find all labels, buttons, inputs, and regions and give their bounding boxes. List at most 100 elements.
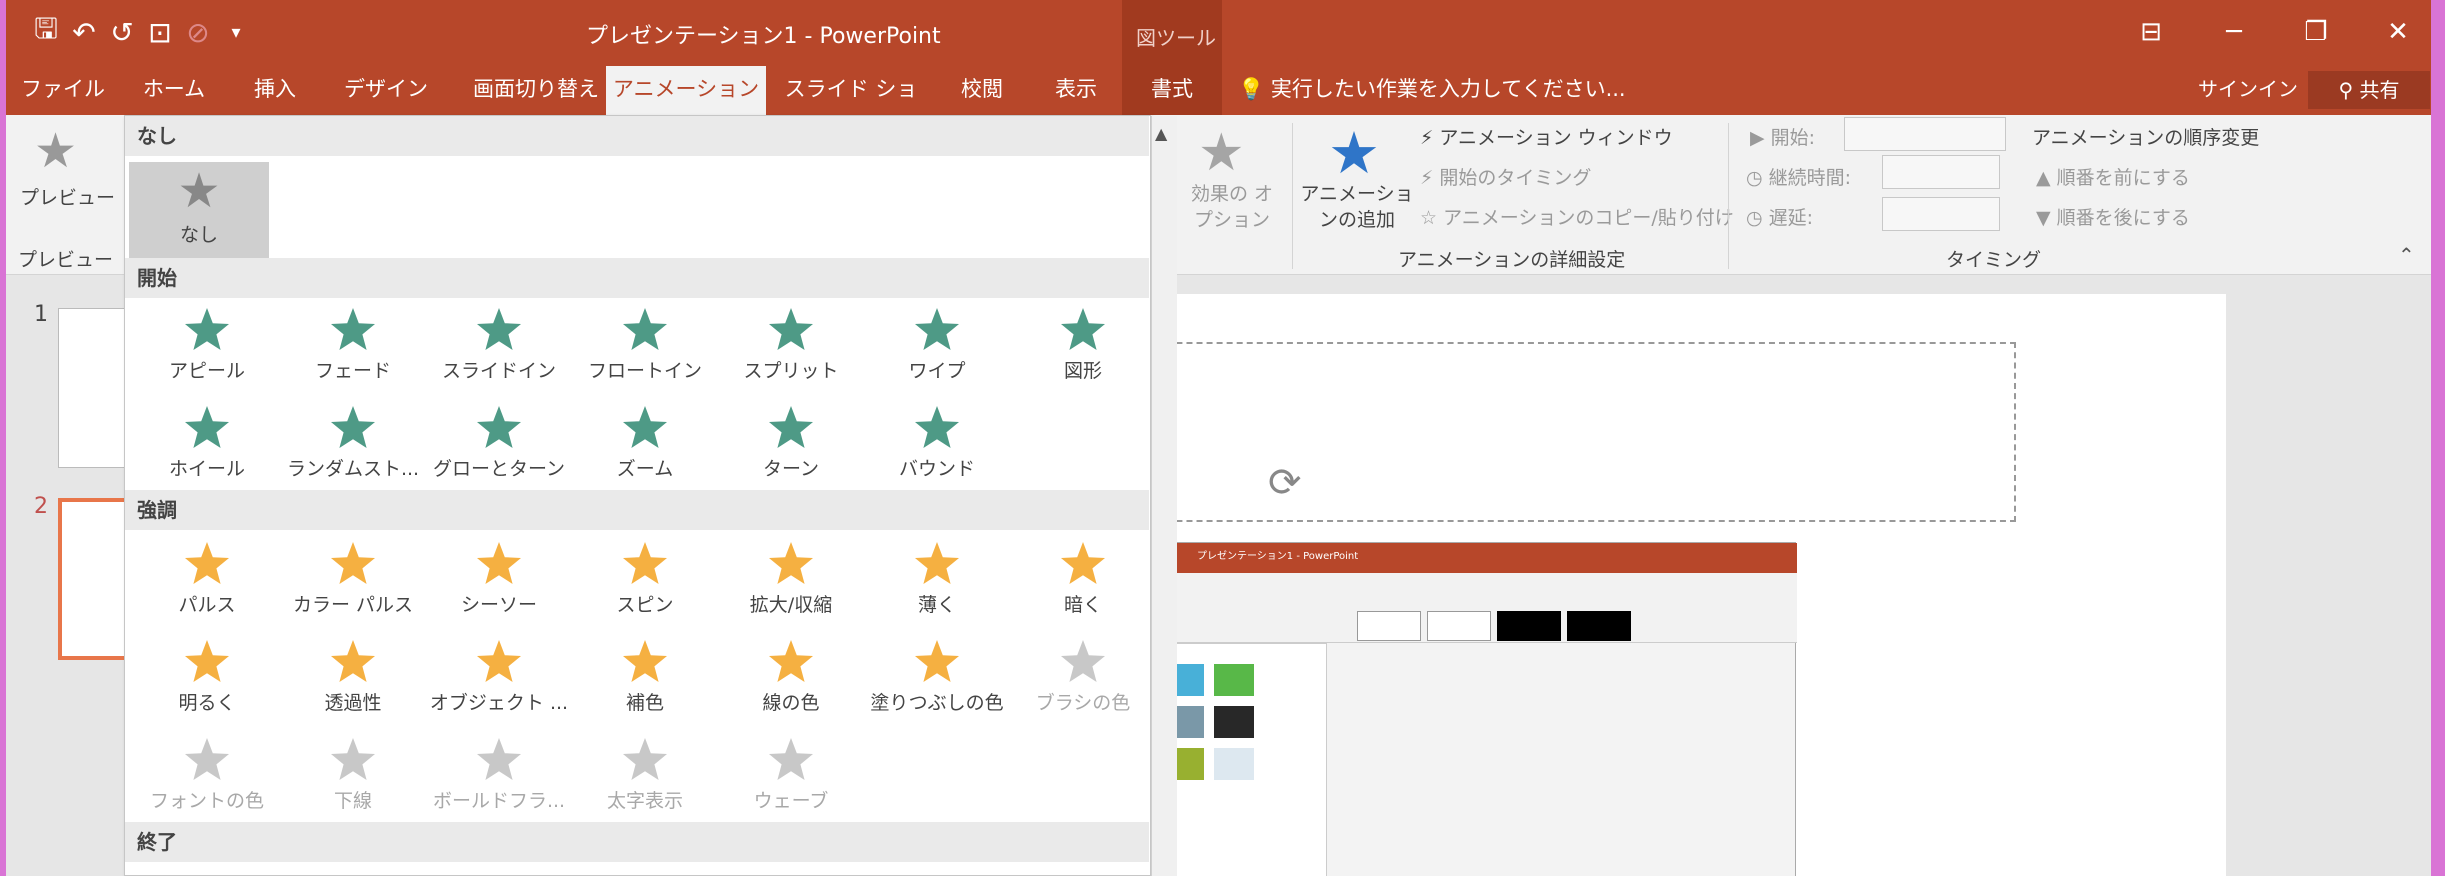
effect-label: ホイール <box>168 458 245 480</box>
rotate-handle-icon[interactable]: ⟳ <box>1268 460 1302 506</box>
star-icon <box>1061 542 1105 584</box>
animation-effect-emphasis[interactable]: 暗く <box>1013 534 1153 626</box>
tab-animations[interactable]: アニメーション <box>606 66 766 115</box>
share-button[interactable]: ⚲ 共有 <box>2308 71 2430 109</box>
animation-effect-emphasis[interactable]: 明るく <box>137 632 277 724</box>
restore-button[interactable]: ❐ <box>2296 12 2336 52</box>
save-icon[interactable]: 🖫 <box>26 12 66 52</box>
star-icon <box>185 308 229 350</box>
theme-swatch <box>1214 748 1254 780</box>
variant-swatch <box>1497 611 1561 641</box>
move-earlier-button[interactable]: ▲ 順番を前にする <box>2036 163 2190 190</box>
context-tool-label: 図ツール <box>1136 26 1216 50</box>
move-later-label: 順番を後にする <box>2056 207 2190 229</box>
minimize-button[interactable]: ─ <box>2214 12 2254 52</box>
tell-me-search[interactable]: 💡 実行したい作業を入力してください... <box>1238 66 1626 115</box>
tab-file[interactable]: ファイル <box>20 66 106 115</box>
duration-stepper[interactable] <box>1882 155 2000 189</box>
tab-design[interactable]: デザイン <box>336 66 436 115</box>
animation-effect-emphasis[interactable]: シーソー <box>429 534 569 626</box>
animation-effect-entrance[interactable]: アピール <box>137 300 277 392</box>
animation-effect-emphasis: ボールドフラ... <box>429 730 569 822</box>
effect-label: 太字表示 <box>606 790 683 812</box>
share-label: 共有 <box>2359 78 2400 102</box>
preview-button-label[interactable]: プレビュー <box>20 183 115 210</box>
effect-label: バウンド <box>898 458 975 480</box>
animation-effect-entrance[interactable]: ズーム <box>575 398 715 490</box>
animation-effect-emphasis[interactable]: オブジェクト ... <box>429 632 569 724</box>
start-timing-button[interactable]: ⚡ 開始のタイミング <box>1420 163 1591 190</box>
theme-swatch <box>1214 664 1254 696</box>
tab-view[interactable]: 表示 <box>1036 66 1116 115</box>
effect-label: パルス <box>178 594 236 616</box>
animation-effect-entrance[interactable]: グローとターン <box>429 398 569 490</box>
signin-link[interactable]: サインイン <box>2198 66 2298 115</box>
star-icon <box>623 406 667 448</box>
star-icon <box>623 640 667 682</box>
star-icon <box>477 738 521 780</box>
effect-label: ズーム <box>616 458 674 480</box>
effect-label: フロートイン <box>587 360 702 382</box>
effect-label: 透過性 <box>324 692 382 714</box>
animation-effect-emphasis[interactable]: 薄く <box>867 534 1007 626</box>
undo-icon[interactable]: ↶ <box>64 12 104 52</box>
animation-effect-emphasis[interactable]: 線の色 <box>721 632 861 724</box>
tab-home[interactable]: ホーム <box>134 66 214 115</box>
animation-painter-button[interactable]: ☆ アニメーションのコピー/貼り付け <box>1420 203 1734 230</box>
star-icon <box>185 738 229 780</box>
star-icon <box>1061 640 1105 682</box>
gallery-scrollbar[interactable]: ▲ <box>1151 116 1177 876</box>
animation-effect-entrance[interactable]: ワイプ <box>867 300 1007 392</box>
animation-effect-entrance[interactable]: スプリット <box>721 300 861 392</box>
animation-effect-entrance[interactable]: ターン <box>721 398 861 490</box>
slide-canvas[interactable]: 力 ⟳ プレゼンテーション1 - PowerPoint <box>1056 294 2226 876</box>
tab-format[interactable]: 書式 <box>1122 66 1222 115</box>
ribbon-display-icon[interactable]: ⊟ <box>2131 12 2171 52</box>
animation-effect-emphasis[interactable]: 補色 <box>575 632 715 724</box>
slide-thumbnail-1[interactable] <box>58 308 128 468</box>
preview-star-icon[interactable]: ★ <box>34 123 77 179</box>
effect-label: スライドイン <box>441 360 556 382</box>
collapse-ribbon-icon[interactable]: ⌃ <box>2398 243 2415 267</box>
star-icon <box>331 406 375 448</box>
tab-review[interactable]: 校閲 <box>942 66 1022 115</box>
animation-none-item[interactable]: ★ なし <box>129 162 269 258</box>
animation-effect-emphasis[interactable]: カラー パルス <box>283 534 423 626</box>
redo-icon[interactable]: ↺ <box>102 12 142 52</box>
animation-window-button[interactable]: ⚡ アニメーション ウィンドウ <box>1420 123 1673 150</box>
scroll-up-icon[interactable]: ▲ <box>1155 124 1167 143</box>
slide-thumbnail-2[interactable] <box>58 498 128 660</box>
animation-effect-emphasis[interactable]: 塗りつぶしの色 <box>867 632 1007 724</box>
tab-slideshow[interactable]: スライド ショー <box>781 66 921 148</box>
present-icon[interactable]: ⊡ <box>140 12 180 52</box>
animation-effect-emphasis[interactable]: 透過性 <box>283 632 423 724</box>
animation-effect-entrance[interactable]: フロートイン <box>575 300 715 392</box>
star-icon <box>769 308 813 350</box>
tab-transitions[interactable]: 画面切り替え <box>456 66 616 115</box>
animation-effect-entrance[interactable]: ホイール <box>137 398 277 490</box>
title-placeholder[interactable] <box>1076 342 2016 522</box>
customize-qat-icon[interactable]: ▾ <box>216 12 256 52</box>
star-icon <box>477 640 521 682</box>
close-button[interactable]: ✕ <box>2378 12 2418 52</box>
timing-group-label: タイミング <box>1946 249 2042 271</box>
animation-effect-entrance[interactable]: ランダムスト... <box>283 398 423 490</box>
animation-gallery-dropdown: なし ★ なし 開始 アピール フェード スライドイン フロートイン スプリット ワイプ 図… <box>124 115 1177 876</box>
animation-effect-entrance[interactable]: スライドイン <box>429 300 569 392</box>
tab-insert[interactable]: 挿入 <box>240 66 310 115</box>
animation-effect-emphasis[interactable]: パルス <box>137 534 277 626</box>
animation-effect-emphasis[interactable]: スピン <box>575 534 715 626</box>
effect-label: グローとターン <box>432 458 566 480</box>
animation-effect-entrance[interactable]: バウンド <box>867 398 1007 490</box>
add-animation-label[interactable]: アニメーションの追加 <box>1298 181 1416 233</box>
animation-effect-entrance[interactable]: 図形 <box>1013 300 1153 392</box>
variant-swatch <box>1567 611 1631 641</box>
delay-stepper[interactable] <box>1882 197 2000 231</box>
move-later-button[interactable]: ▼ 順番を後にする <box>2036 203 2190 230</box>
effect-label: フォントの色 <box>149 790 264 812</box>
start-dropdown[interactable] <box>1844 117 2006 151</box>
effect-options-label[interactable]: 効果の オプション <box>1182 181 1282 233</box>
animation-effect-entrance[interactable]: フェード <box>283 300 423 392</box>
animation-effect-emphasis[interactable]: 拡大/収縮 <box>721 534 861 626</box>
vertical-scrollbar[interactable] <box>2394 276 2431 876</box>
